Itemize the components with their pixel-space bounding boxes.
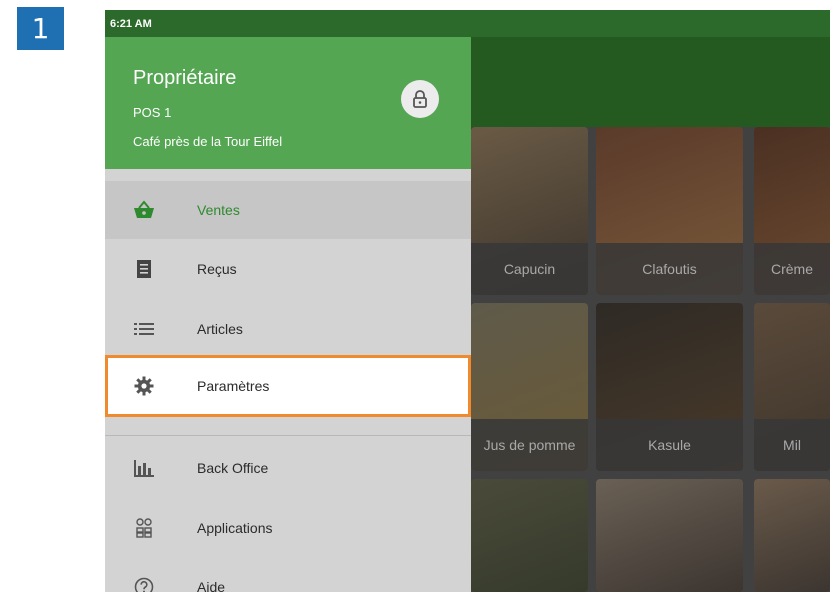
menu-item-label: Applications (197, 520, 273, 536)
product-tile[interactable]: Jus de pomme (471, 303, 588, 471)
menu-item-applications[interactable]: Applications (105, 499, 471, 557)
product-name: Crème (754, 243, 830, 295)
product-tile[interactable] (596, 479, 743, 592)
bar-chart-icon (133, 457, 155, 479)
menu-item-label: Aide (197, 579, 226, 592)
menu-item-ventes[interactable]: Ventes (105, 181, 471, 239)
menu-item-label: Paramètres (197, 378, 270, 394)
product-name: Mil (754, 419, 830, 471)
owner-name: Propriétaire (133, 67, 237, 89)
product-tile[interactable]: Clafoutis (596, 127, 743, 295)
pos-name: POS 1 (133, 105, 172, 120)
gear-icon (133, 375, 155, 397)
product-name: Capucin (471, 243, 588, 295)
lock-icon (413, 90, 427, 108)
receipt-icon (133, 258, 155, 280)
store-name: Café près de la Tour Eiffel (133, 134, 283, 149)
product-tile[interactable]: Crème (754, 127, 830, 295)
help-icon (133, 576, 155, 592)
drawer-header: Propriétaire POS 1 Café près de la Tour … (105, 37, 471, 169)
product-tile[interactable] (471, 479, 588, 592)
product-name: Jus de pomme (471, 419, 588, 471)
menu-item-back-office[interactable]: Back Office (105, 439, 471, 497)
status-bar: 6:21 AM (105, 10, 830, 37)
menu-item-articles[interactable]: Articles (105, 300, 471, 358)
menu-item-label: Articles (197, 321, 243, 337)
menu-item-label: Back Office (197, 460, 269, 476)
menu-item-label: Reçus (197, 261, 237, 277)
product-tile[interactable]: Kasule (596, 303, 743, 471)
step-badge: 1 (17, 7, 64, 50)
menu-item-parametres[interactable]: Paramètres (105, 355, 471, 417)
basket-icon (133, 199, 155, 221)
menu-item-recus[interactable]: Reçus (105, 240, 471, 298)
product-tile[interactable] (754, 479, 830, 592)
apps-icon (133, 517, 155, 539)
menu-item-label: Ventes (197, 202, 240, 218)
product-name: Kasule (596, 419, 743, 471)
menu-item-aide[interactable]: Aide (105, 558, 471, 592)
product-grid: Capucin Clafoutis Crème Jus de pomme Kas… (471, 127, 830, 592)
app-bar (471, 37, 830, 127)
status-time: 6:21 AM (110, 17, 152, 30)
menu-divider (105, 435, 471, 436)
device-screen: 6:21 AM Capucin Clafoutis Crème Jus de p… (105, 10, 830, 592)
product-name: Clafoutis (596, 243, 743, 295)
list-icon (133, 318, 155, 340)
navigation-drawer: Propriétaire POS 1 Café près de la Tour … (105, 37, 471, 592)
lock-button[interactable] (401, 80, 439, 118)
product-tile[interactable]: Mil (754, 303, 830, 471)
product-tile[interactable]: Capucin (471, 127, 588, 295)
